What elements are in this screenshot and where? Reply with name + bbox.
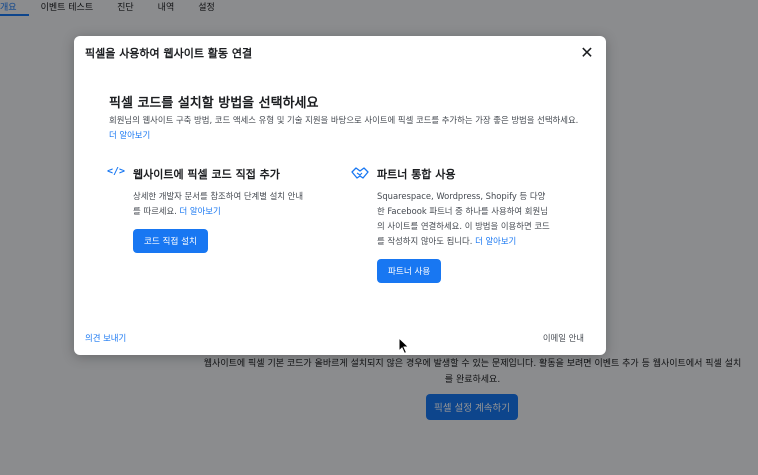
learn-more-link[interactable]: 더 알아보기 — [109, 130, 150, 140]
close-icon: ✕ — [580, 43, 594, 62]
partner-integration-title: 파트너 통합 사용 — [377, 168, 456, 181]
description-text: 회원님의 웹사이트 구축 방법, 코드 액세스 유형 및 기술 지원을 바탕으로… — [109, 115, 579, 125]
manual-install-option: </> 웹사이트에 픽셀 코드 직접 추가 상세한 개발자 문서를 참조하여 단… — [107, 166, 307, 253]
partner-integration-description: Squarespace, Wordpress, Shopify 등 다양한 Fa… — [377, 191, 550, 246]
use-partner-button[interactable]: 파트너 사용 — [377, 259, 442, 283]
handshake-icon — [351, 166, 371, 182]
install-method-heading: 픽셀 코드를 설치할 방법을 선택하세요 — [109, 96, 319, 111]
mouse-cursor-icon — [398, 337, 410, 355]
partner-integration-option: 파트너 통합 사용 Squarespace, Wordpress, Shopif… — [351, 166, 551, 283]
partner-learn-more-link[interactable]: 더 알아보기 — [475, 236, 516, 246]
close-button[interactable]: ✕ — [578, 44, 596, 62]
manual-install-text: 상세한 개발자 문서를 참조하여 단계별 설치 안내를 따르세요. 더 알아보기 — [133, 189, 307, 219]
app-window: 개요 이벤트 테스트 진단 내역 설정 웹사이트에 픽셀 기본 코드가 올바르게… — [0, 0, 758, 475]
install-method-description: 회원님의 웹사이트 구축 방법, 코드 액세스 유형 및 기술 지원을 바탕으로… — [109, 113, 579, 143]
code-icon: </> — [107, 166, 126, 177]
modal-title: 픽셀을 사용하여 웹사이트 활동 연결 — [85, 47, 253, 60]
manual-learn-more-link[interactable]: 더 알아보기 — [180, 206, 221, 216]
install-code-manually-button[interactable]: 코드 직접 설치 — [133, 229, 208, 253]
connect-website-modal: 픽셀을 사용하여 웹사이트 활동 연결 ✕ 픽셀 코드를 설치할 방법을 선택하… — [74, 36, 606, 355]
manual-install-title: 웹사이트에 픽셀 코드 직접 추가 — [133, 168, 280, 181]
send-feedback-link[interactable]: 의견 보내기 — [85, 332, 126, 344]
partner-integration-text: Squarespace, Wordpress, Shopify 등 다양한 Fa… — [377, 189, 551, 249]
email-instructions-link[interactable]: 이메일 안내 — [543, 332, 584, 344]
